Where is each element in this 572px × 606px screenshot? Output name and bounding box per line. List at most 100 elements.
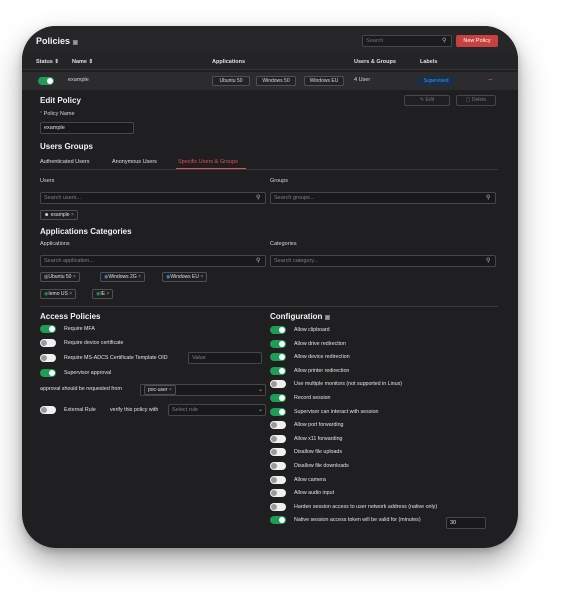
tab-anonymous-users[interactable]: Anonymous Users <box>112 159 157 165</box>
edit-button[interactable]: ✎ Edit <box>404 95 450 106</box>
applications-search-input[interactable]: Search application... <box>40 255 266 267</box>
oid-value-input[interactable]: Value <box>188 352 262 364</box>
external-rule-toggle[interactable] <box>40 406 56 414</box>
require-device-cert-toggle[interactable] <box>40 339 56 347</box>
config-label: Allow audio input <box>294 490 335 497</box>
config-label: Allow device redirection <box>294 354 350 361</box>
config-toggle[interactable] <box>270 326 286 334</box>
require-mfa-toggle[interactable] <box>40 325 56 333</box>
require-device-cert-label: Require device certificate <box>64 340 124 346</box>
close-icon[interactable]: × <box>138 274 141 280</box>
users-groups-title: Users Groups <box>40 142 93 151</box>
search-icon: ⚲ <box>256 195 261 201</box>
sort-icon: ⇕ <box>54 59 59 65</box>
config-toggle[interactable] <box>270 353 286 362</box>
col-name[interactable]: Name ⇕ <box>72 59 93 65</box>
row-app-pill: Ubuntu 50 <box>212 76 250 86</box>
row-name: example <box>68 77 89 83</box>
close-icon[interactable]: × <box>169 387 172 393</box>
chevron-down-icon: ⌄ <box>258 407 264 413</box>
row-app-pill: Windows EU <box>304 76 344 86</box>
config-toggle[interactable] <box>270 407 286 416</box>
approval-select[interactable]: poc-user × <box>140 384 266 396</box>
token-minutes-input[interactable]: 30 <box>446 517 486 529</box>
config-label: Native session access token will be vali… <box>294 517 421 524</box>
config-toggle[interactable] <box>270 339 286 348</box>
label-badge: Supervised <box>418 76 454 86</box>
app-tag[interactable]: ◉Windows EU × <box>162 272 208 282</box>
delete-button[interactable]: ▢ Delete <box>456 95 496 106</box>
col-users-groups: Users & Groups <box>354 59 396 65</box>
close-icon[interactable]: × <box>73 274 76 280</box>
supervisor-approval-label: Supervisor approval <box>64 370 112 376</box>
tab-specific-users-groups[interactable]: Specific Users & Groups <box>178 159 238 165</box>
info-icon: ▣ <box>72 40 79 46</box>
close-icon[interactable]: × <box>69 291 72 297</box>
info-icon: ▣ <box>324 315 331 321</box>
require-oid-toggle[interactable] <box>40 354 56 362</box>
user-icon: ☻ <box>44 212 50 218</box>
config-toggle[interactable] <box>270 462 286 470</box>
status-toggle[interactable] <box>38 77 54 85</box>
row-users: 4 User <box>354 77 371 83</box>
applications-label: Applications <box>40 241 70 247</box>
close-icon[interactable]: × <box>107 291 110 297</box>
config-label: Allow drive redirection <box>294 340 346 347</box>
col-status[interactable]: Status ⇕ <box>36 59 59 65</box>
users-label: Users <box>40 178 55 184</box>
configuration-title: Configuration ▣ <box>270 312 331 321</box>
app-tag[interactable]: ◉Windows 2G × <box>100 272 146 282</box>
user-tag[interactable]: ☻ example × <box>40 210 78 220</box>
config-label: Allow clipboard <box>294 327 330 333</box>
approver-tag[interactable]: poc-user × <box>144 385 176 395</box>
groups-search-input[interactable]: Search groups... <box>270 192 496 204</box>
close-icon[interactable]: × <box>71 212 74 218</box>
config-toggle[interactable] <box>270 394 286 402</box>
config-label: Allow printer redirection <box>294 367 350 374</box>
config-toggle[interactable] <box>270 489 286 498</box>
config-toggle[interactable] <box>270 380 286 389</box>
remove-icon[interactable]: − <box>488 75 493 84</box>
page-title: Policies ▣ <box>36 36 79 46</box>
config-toggle[interactable] <box>270 448 286 457</box>
search-icon: ⚲ <box>486 258 491 264</box>
pencil-icon: ✎ <box>419 97 425 103</box>
search-input[interactable] <box>362 35 452 47</box>
app-tag[interactable]: ◎Ubuntu 50 × <box>40 272 80 282</box>
require-mfa-label: Require MFA <box>64 326 95 332</box>
require-oid-label: Require MS-ADCS Certificate Template OID <box>64 355 168 361</box>
sort-icon: ⇕ <box>88 59 94 65</box>
policy-name-input[interactable]: example <box>40 122 134 134</box>
search-icon: ⚲ <box>256 258 261 264</box>
config-toggle[interactable] <box>270 502 286 511</box>
policy-name-label: * Policy Name <box>40 111 75 117</box>
close-icon[interactable]: × <box>200 274 203 280</box>
app-tag[interactable]: ◉Iemo US × <box>40 289 77 299</box>
config-label: Supervisor can interact with session <box>294 408 379 415</box>
edit-policy-title: Edit Policy <box>40 96 81 105</box>
supervisor-approval-toggle[interactable] <box>40 369 56 377</box>
verify-label: verify this policy with <box>110 407 159 413</box>
groups-label: Groups <box>270 178 289 184</box>
config-label: Use multiple monitors (not supported in … <box>294 381 403 388</box>
config-toggle[interactable] <box>270 366 286 375</box>
approval-from-label: approval should be requested from <box>40 386 122 392</box>
config-toggle[interactable] <box>270 475 286 484</box>
tab-authenticated-users[interactable]: Authenticated Users <box>40 159 90 165</box>
col-applications: Applications <box>212 59 246 65</box>
search-icon: ⚲ <box>442 38 447 44</box>
users-search-input[interactable]: Search users... <box>40 192 266 204</box>
rule-select[interactable]: Select rule <box>168 404 266 416</box>
config-toggle[interactable] <box>270 421 286 430</box>
config-toggle[interactable] <box>270 516 286 525</box>
section-divider <box>40 306 498 307</box>
table-header <box>22 54 518 70</box>
app-window: Policies ▣ ⚲ New Policy Status ⇕ Name ⇕ … <box>22 26 518 548</box>
config-label: Harden session access to user network ad… <box>294 503 438 510</box>
new-policy-button[interactable]: New Policy <box>456 35 498 47</box>
applications-categories-title: Applications Categories <box>40 227 132 236</box>
categories-search-input[interactable]: Search category... <box>270 255 496 267</box>
config-toggle[interactable] <box>270 434 286 443</box>
app-tag[interactable]: ◉IE × <box>92 289 114 299</box>
config-label: Allow x11 forwarding <box>294 435 343 442</box>
